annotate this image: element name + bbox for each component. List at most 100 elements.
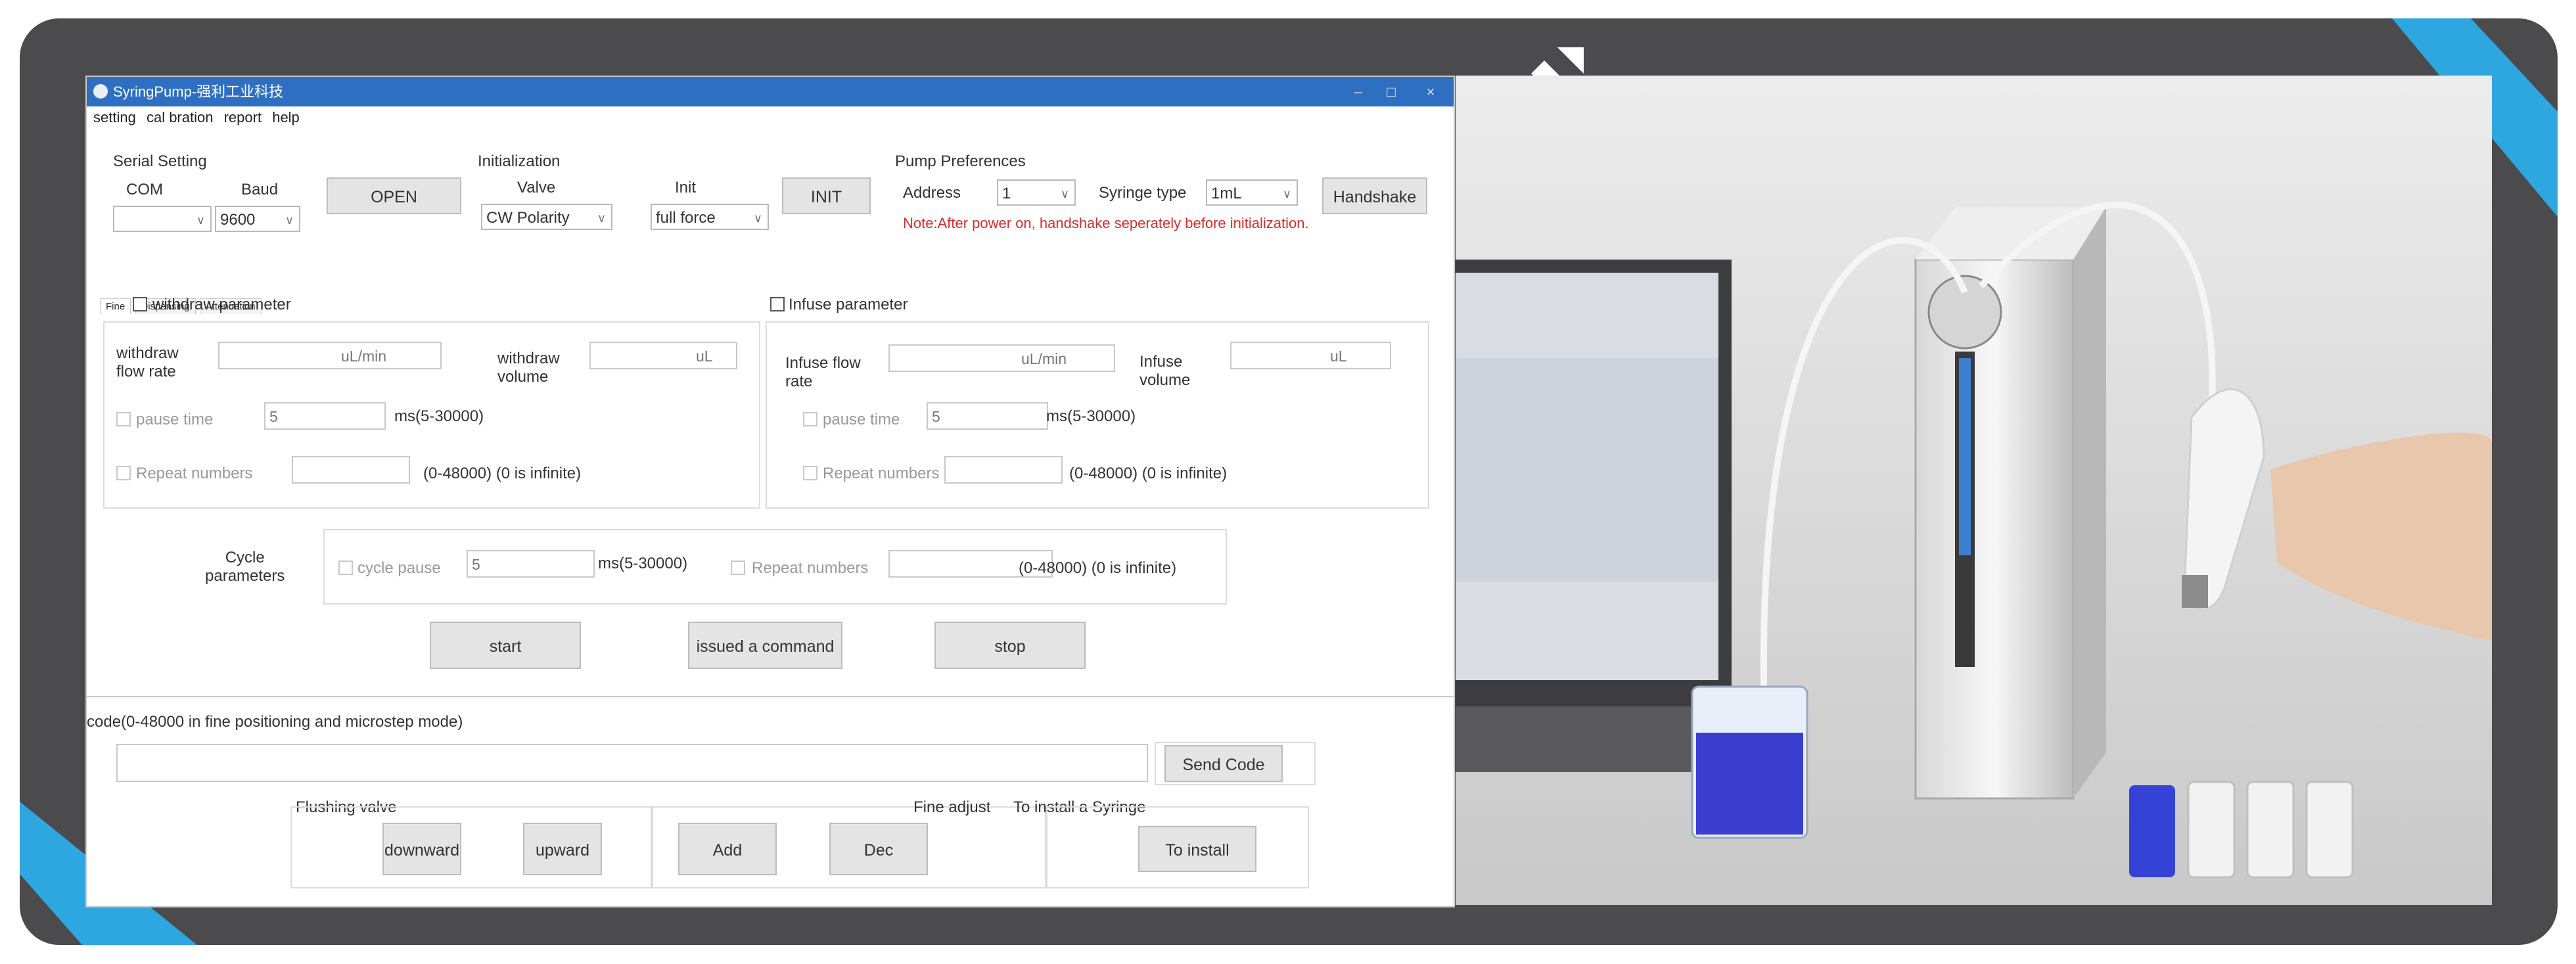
withdraw-repeat-checkbox[interactable] — [116, 466, 131, 480]
promo-frame: SyringPump-强利工业科技 – □ × setting cal brat… — [0, 0, 2576, 964]
pump-preferences-label: Pump Preferences — [895, 152, 1026, 170]
downward-button[interactable]: downward — [382, 823, 461, 875]
withdraw-parameter-checkbox[interactable] — [133, 297, 147, 311]
to-install-button[interactable]: To install — [1138, 826, 1256, 872]
minimize-icon[interactable]: – — [1342, 77, 1375, 106]
syringe-pump-device — [1914, 207, 2106, 800]
valve-select[interactable]: CW Polarity ∨ — [481, 204, 612, 230]
send-code-button[interactable]: Send Code — [1164, 745, 1283, 782]
infuse-flow-rate-input[interactable]: uL/min — [888, 344, 1115, 372]
syringe-type-select[interactable]: 1mL ∨ — [1206, 179, 1298, 206]
cycle-pause-input[interactable]: 5 — [467, 550, 595, 578]
dec-button[interactable]: Dec — [829, 823, 928, 875]
infuse-pause-checkbox[interactable] — [803, 412, 817, 426]
address-select[interactable]: 1 ∨ — [997, 179, 1076, 206]
cycle-repeat-checkbox[interactable] — [731, 561, 745, 575]
cycle-repeat-label: Repeat numbers — [752, 559, 869, 577]
withdraw-repeat-label: Repeat numbers — [136, 465, 253, 482]
chevron-down-icon: ∨ — [1282, 187, 1291, 200]
menu-help[interactable]: help — [272, 109, 300, 126]
code-input[interactable] — [116, 744, 1148, 782]
syringe-pump-photo-illustration — [1456, 76, 2492, 905]
withdraw-pause-range: ms(5-30000) — [394, 407, 484, 425]
init-select[interactable]: full force ∨ — [651, 204, 769, 230]
chevron-down-icon: ∨ — [196, 214, 205, 227]
infuse-repeat-label: Repeat numbers — [823, 465, 940, 482]
beaker-blue-liquid — [1691, 685, 1808, 839]
withdraw-flow-label: withdraw flow rate — [116, 344, 179, 380]
serial-setting-label: Serial Setting — [113, 152, 207, 170]
com-label: COM — [126, 181, 163, 198]
withdraw-flow-unit: uL/min — [341, 348, 387, 365]
start-button[interactable]: start — [430, 622, 581, 669]
fine-adjust-label: Fine adjust — [913, 798, 991, 816]
close-icon[interactable]: × — [1414, 77, 1447, 106]
withdraw-repeat-range: (0-48000) (0 is infinite) — [423, 465, 582, 482]
init-label: Init — [675, 179, 697, 196]
infuse-repeat-range: (0-48000) (0 is infinite) — [1069, 465, 1228, 482]
initialization-label: Initialization — [478, 152, 561, 170]
app-logo-icon — [93, 84, 108, 99]
infuse-volume-input[interactable]: uL — [1230, 342, 1391, 369]
menu-report[interactable]: report — [224, 109, 262, 126]
cycle-pause-label: cycle pause — [357, 559, 441, 577]
withdraw-volume-label: withdraw volume — [497, 350, 560, 386]
handshake-note: Note:After power on, handshake seperatel… — [903, 215, 1309, 231]
infuse-flow-unit: uL/min — [1021, 350, 1067, 367]
withdraw-pause-input[interactable]: 5 — [264, 402, 386, 430]
product-photo — [1456, 76, 2492, 905]
cycle-pause-range: ms(5-30000) — [598, 555, 688, 572]
init-value: full force — [656, 209, 716, 227]
infuse-parameter-checkbox[interactable] — [770, 297, 785, 311]
infuse-parameter-label: Infuse parameter — [789, 296, 908, 313]
baud-label: Baud — [241, 181, 279, 198]
withdraw-pause-checkbox[interactable] — [116, 412, 131, 426]
infuse-pause-value: 5 — [932, 408, 940, 425]
baud-value: 9600 — [220, 211, 256, 229]
withdraw-repeat-input[interactable] — [292, 456, 410, 484]
menu-setting[interactable]: setting — [93, 109, 136, 126]
infuse-volume-label: Infuse volume — [1139, 353, 1191, 389]
chevron-down-icon: ∨ — [1060, 187, 1069, 200]
stop-button[interactable]: stop — [934, 622, 1086, 669]
withdraw-volume-input[interactable]: uL — [589, 342, 737, 369]
chevron-down-icon: ∨ — [753, 212, 762, 225]
infuse-volume-unit: uL — [1330, 348, 1347, 365]
syringe-type-value: 1mL — [1211, 185, 1242, 202]
chevron-down-icon: ∨ — [285, 214, 294, 227]
title-bar: SyringPump-强利工业科技 – □ × — [87, 77, 1454, 106]
window-title: SyringPump-强利工业科技 — [113, 83, 284, 100]
infuse-pause-input[interactable]: 5 — [927, 402, 1048, 430]
withdraw-parameter-label: withdraw parameter — [152, 296, 291, 313]
valve-label: Valve — [517, 179, 556, 196]
address-value: 1 — [1002, 185, 1011, 202]
init-button[interactable]: INIT — [782, 177, 871, 214]
add-button[interactable]: Add — [678, 823, 777, 875]
cycle-repeat-range: (0-48000) (0 is infinite) — [1019, 559, 1177, 577]
withdraw-pause-label: pause time — [136, 411, 214, 428]
cycle-pause-value: 5 — [472, 556, 480, 573]
baud-select[interactable]: 9600 ∨ — [215, 206, 300, 232]
infuse-pause-range: ms(5-30000) — [1046, 407, 1136, 425]
cycle-parameters-label: Cycle parameters — [205, 549, 285, 585]
issue-command-button[interactable]: issued a command — [688, 622, 842, 669]
cycle-pause-checkbox[interactable] — [338, 561, 353, 575]
chevron-down-icon: ∨ — [597, 212, 606, 225]
com-select[interactable]: ∨ — [113, 206, 212, 232]
withdraw-flow-rate-input[interactable]: uL/min — [218, 342, 442, 369]
syringe-type-label: Syringe type — [1099, 184, 1187, 202]
withdraw-pause-value: 5 — [269, 408, 278, 425]
infuse-repeat-input[interactable] — [944, 456, 1063, 484]
upward-button[interactable]: upward — [523, 823, 602, 875]
tab-fine[interactable]: Fine — [100, 298, 131, 314]
address-label: Address — [903, 184, 961, 202]
withdraw-volume-unit: uL — [696, 348, 713, 365]
open-button[interactable]: OPEN — [327, 177, 461, 214]
maximize-icon[interactable]: □ — [1375, 77, 1408, 106]
valve-value: CW Polarity — [486, 209, 570, 227]
handshake-button[interactable]: Handshake — [1322, 177, 1427, 214]
syringe-pump-app-window: SyringPump-强利工业科技 – □ × setting cal brat… — [85, 76, 1455, 907]
menu-calibration[interactable]: cal bration — [147, 109, 214, 126]
infuse-flow-label: Infuse flow rate — [785, 354, 861, 390]
infuse-repeat-checkbox[interactable] — [803, 466, 817, 480]
